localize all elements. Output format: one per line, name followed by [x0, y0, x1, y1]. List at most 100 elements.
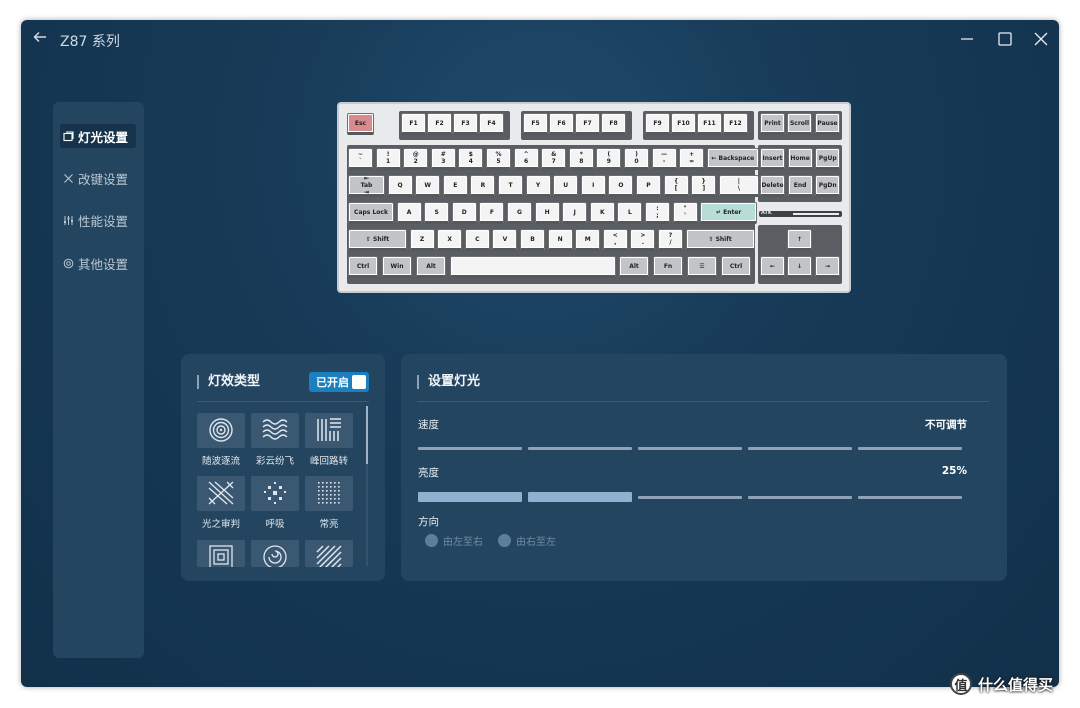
- key[interactable]: F8: [601, 113, 626, 135]
- sidebar-item-remap[interactable]: 改键设置: [60, 166, 136, 190]
- key[interactable]: ↵ Enter: [700, 202, 758, 224]
- key[interactable]: B: [520, 229, 545, 251]
- key[interactable]: F4: [479, 113, 504, 135]
- key[interactable]: ↓: [787, 256, 812, 278]
- key[interactable]: } ]: [691, 175, 717, 197]
- key[interactable]: A: [396, 202, 422, 224]
- effect-tile[interactable]: 彩云纷飞: [251, 413, 299, 467]
- key[interactable]: { [: [663, 175, 689, 197]
- key[interactable]: Win: [382, 256, 412, 278]
- key[interactable]: C: [464, 229, 490, 251]
- slider-segment[interactable]: [748, 496, 852, 499]
- key[interactable]: P: [636, 175, 661, 197]
- key[interactable]: End: [787, 175, 813, 197]
- key[interactable]: N: [547, 229, 573, 251]
- key[interactable]: < ,: [602, 229, 628, 251]
- lighting-toggle[interactable]: 已开启: [309, 372, 369, 392]
- key[interactable]: Print: [760, 113, 785, 135]
- key[interactable]: # 3: [430, 148, 456, 170]
- slider-segment[interactable]: [858, 447, 962, 450]
- key[interactable]: R: [470, 175, 496, 197]
- slider-segment[interactable]: [748, 447, 852, 450]
- key[interactable]: H: [534, 202, 560, 224]
- effect-tile[interactable]: 光之审判: [197, 476, 245, 530]
- key[interactable]: Alt: [619, 256, 649, 278]
- key[interactable]: " ': [672, 202, 698, 224]
- key[interactable]: ? /: [658, 229, 683, 251]
- minimize-icon[interactable]: [957, 29, 977, 49]
- effect-tile[interactable]: 随波逐流: [197, 413, 245, 467]
- key[interactable]: % 5: [486, 148, 511, 170]
- key[interactable]: F1: [401, 113, 426, 135]
- key[interactable]: [450, 256, 616, 278]
- key[interactable]: F3: [453, 113, 478, 135]
- key[interactable]: J: [562, 202, 588, 224]
- key[interactable]: ⇧ Shift: [685, 229, 755, 251]
- key[interactable]: F5: [523, 113, 548, 135]
- key[interactable]: S: [424, 202, 450, 224]
- key[interactable]: | \: [718, 175, 759, 197]
- back-arrow-icon[interactable]: [33, 30, 49, 48]
- sidebar-item-performance[interactable]: 性能设置: [60, 208, 136, 232]
- direction-left-to-right-radio[interactable]: 由左至右: [425, 533, 483, 548]
- effect-tile[interactable]: 呼吸: [251, 476, 299, 530]
- key[interactable]: Fn: [653, 256, 683, 278]
- slider-segment[interactable]: [638, 447, 742, 450]
- key[interactable]: F7: [575, 113, 600, 135]
- key[interactable]: F10: [671, 113, 696, 135]
- key[interactable]: Delete: [760, 175, 785, 197]
- key[interactable]: I: [580, 175, 606, 197]
- key[interactable]: Q: [387, 175, 413, 197]
- key[interactable]: + =: [679, 148, 705, 170]
- key[interactable]: F6: [549, 113, 574, 135]
- key[interactable]: D: [451, 202, 477, 224]
- key[interactable]: U: [553, 175, 579, 197]
- key[interactable]: Y: [525, 175, 551, 197]
- key[interactable]: Caps Lock: [348, 202, 394, 224]
- key[interactable]: Pause: [815, 113, 840, 135]
- effect-tile[interactable]: 常亮: [305, 476, 353, 530]
- key[interactable]: ↑: [787, 229, 812, 251]
- key[interactable]: M: [575, 229, 601, 251]
- key[interactable]: V: [492, 229, 518, 251]
- slider-segment[interactable]: [858, 496, 962, 499]
- key[interactable]: F: [479, 202, 505, 224]
- key[interactable]: ⇤ Tab ⇥: [348, 175, 385, 197]
- key[interactable]: Ctrl: [348, 256, 378, 278]
- key[interactable]: Z: [409, 229, 435, 251]
- effect-tile[interactable]: [251, 540, 299, 567]
- key[interactable]: X: [437, 229, 463, 251]
- key[interactable]: L: [617, 202, 643, 224]
- key[interactable]: K: [589, 202, 615, 224]
- key[interactable]: PgUp: [815, 148, 841, 170]
- sidebar-item-other[interactable]: 其他设置: [60, 251, 136, 275]
- key[interactable]: PgDn: [815, 175, 841, 197]
- key[interactable]: →: [815, 256, 840, 278]
- key[interactable]: > .: [630, 229, 656, 251]
- slider-segment[interactable]: [528, 492, 632, 502]
- slider-segment[interactable]: [418, 492, 522, 502]
- key[interactable]: ~ `: [348, 148, 373, 170]
- slider-segment[interactable]: [638, 496, 742, 499]
- key[interactable]: ⇧ Shift: [348, 229, 407, 251]
- key[interactable]: Insert: [760, 148, 785, 170]
- slider-segment[interactable]: [528, 447, 632, 450]
- key[interactable]: Esc: [347, 113, 374, 135]
- key[interactable]: W: [415, 175, 441, 197]
- effects-scroll-thumb[interactable]: [366, 406, 368, 464]
- key[interactable]: ←: [760, 256, 785, 278]
- key[interactable]: $ 4: [458, 148, 484, 170]
- key[interactable]: Home: [787, 148, 813, 170]
- key[interactable]: ) 0: [624, 148, 649, 170]
- sidebar-item-lighting[interactable]: 灯光设置: [60, 124, 136, 148]
- key[interactable]: Alt: [416, 256, 446, 278]
- maximize-icon[interactable]: [995, 29, 1015, 49]
- key[interactable]: ^ 6: [513, 148, 539, 170]
- key[interactable]: Scroll: [787, 113, 812, 135]
- key[interactable]: : ;: [645, 202, 670, 224]
- close-icon[interactable]: [1031, 29, 1051, 49]
- effect-tile[interactable]: [305, 540, 353, 567]
- effect-tile[interactable]: 峰回路转: [305, 413, 353, 467]
- effect-tile[interactable]: [197, 540, 245, 567]
- key[interactable]: F12: [723, 113, 748, 135]
